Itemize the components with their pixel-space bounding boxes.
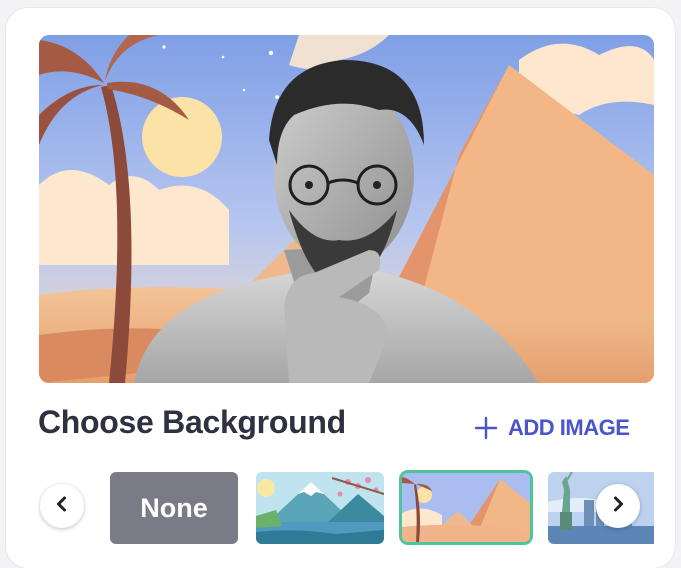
add-image-label: ADD IMAGE	[508, 415, 630, 440]
plus-icon	[474, 416, 498, 440]
background-thumbnail-strip: None	[38, 470, 654, 546]
background-option-none[interactable]: None	[110, 472, 238, 544]
next-backgrounds-button[interactable]	[596, 484, 640, 528]
background-option-pyramids[interactable]	[402, 473, 530, 542]
chevron-right-icon	[609, 495, 627, 518]
add-image-button[interactable]: ADD IMAGE	[474, 410, 630, 446]
chevron-left-icon	[53, 495, 71, 518]
preview-image	[39, 35, 654, 383]
previous-backgrounds-button[interactable]	[40, 484, 84, 528]
background-option-none-label: None	[140, 492, 208, 523]
mountain-lake-thumbnail	[256, 472, 384, 544]
pyramids-thumbnail	[402, 473, 530, 542]
background-preview	[39, 35, 654, 383]
choose-background-title: Choose Background	[38, 404, 346, 440]
background-option-mountain-lake[interactable]	[256, 472, 384, 544]
